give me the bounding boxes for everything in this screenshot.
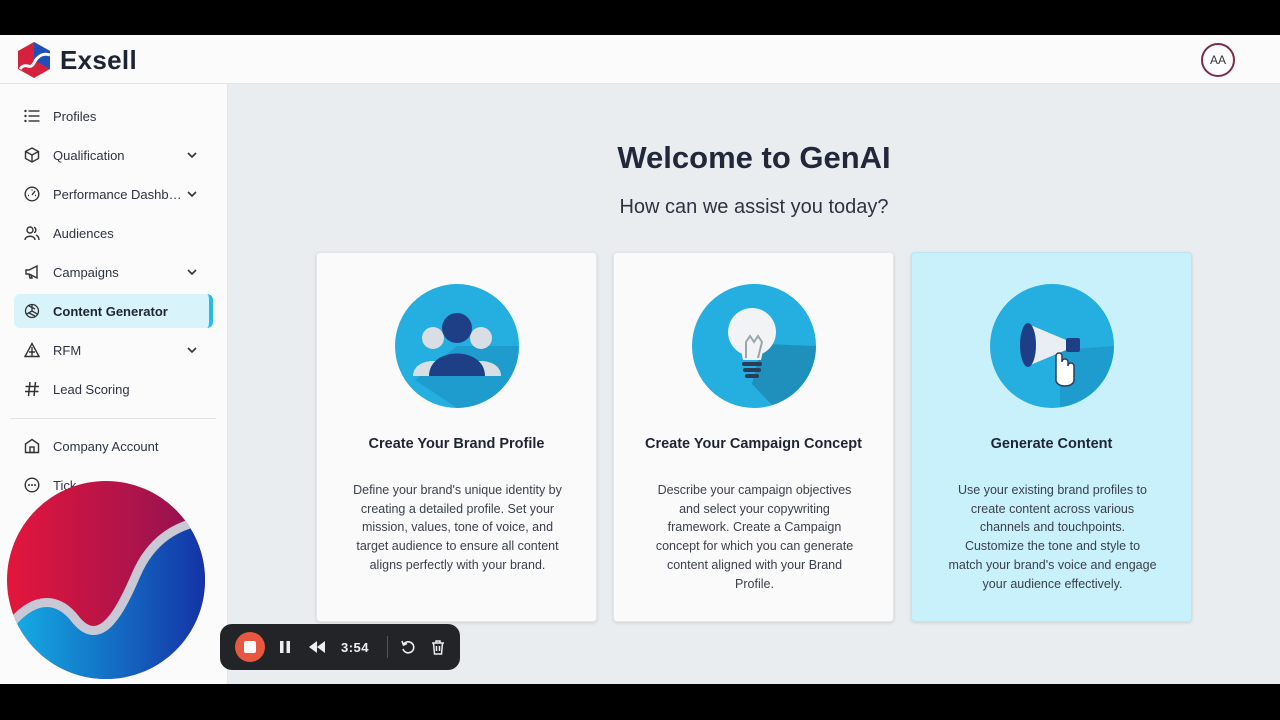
sidebar-item-lead-scoring[interactable]: Lead Scoring — [14, 372, 213, 406]
sidebar-divider — [10, 418, 216, 419]
top-bar: Exsell AA — [0, 35, 1280, 84]
pause-icon — [280, 641, 290, 653]
building-icon — [22, 436, 42, 456]
stop-recording-button[interactable] — [235, 632, 265, 662]
card-title: Create Your Campaign Concept — [644, 436, 862, 452]
sidebar-item-label: Content Generator — [53, 303, 168, 319]
app-window: Exsell AA Profiles Qualification Perform… — [0, 35, 1280, 684]
card-title: Generate Content — [990, 436, 1113, 452]
card-generate-content[interactable]: Generate Content Use your existing brand… — [911, 252, 1192, 622]
exsell-logo-icon — [18, 42, 51, 78]
card-description: Describe your campaign objectives and se… — [655, 483, 854, 591]
brand-name: Exsell — [60, 44, 137, 75]
sidebar-item-performance-dashboard[interactable]: Performance Dashbo… — [14, 177, 213, 211]
card-title: Create Your Brand Profile — [368, 436, 545, 452]
gauge-icon — [22, 184, 42, 204]
sidebar-item-label: Campaigns — [53, 264, 119, 280]
rewind-button[interactable] — [305, 635, 329, 659]
sidebar-item-label: RFM — [53, 342, 82, 358]
logo[interactable]: Exsell — [16, 41, 137, 79]
card-description: Define your brand's unique identity by c… — [353, 483, 562, 572]
sidebar-item-content-generator[interactable]: Content Generator — [14, 294, 213, 328]
people-icon — [395, 284, 519, 408]
cube-icon — [22, 145, 42, 165]
megaphone-icon — [22, 262, 42, 282]
rewind-icon — [309, 641, 325, 653]
sidebar-item-label: Performance Dashbo… — [53, 186, 185, 202]
chevron-down-icon[interactable] — [185, 148, 199, 162]
sidebar-item-qualification[interactable]: Qualification — [14, 138, 213, 172]
letterbox-top — [0, 0, 1280, 35]
letterbox-bottom — [0, 684, 1280, 720]
megaphone-hand-icon — [990, 284, 1114, 408]
sidebar-item-rfm[interactable]: RFM — [14, 333, 213, 367]
trash-icon — [432, 640, 445, 655]
sidebar-item-campaigns[interactable]: Campaigns — [14, 255, 213, 289]
hash-icon — [22, 379, 42, 399]
chevron-down-icon[interactable] — [185, 187, 199, 201]
sidebar-item-label: Company Account — [53, 438, 159, 454]
user-avatar[interactable]: AA — [1201, 43, 1235, 77]
page-title: Welcome to GenAI — [617, 140, 891, 175]
card-campaign-concept[interactable]: Create Your Campaign Concept Describe yo… — [613, 252, 894, 622]
recorder-separator — [387, 636, 389, 658]
openai-icon — [22, 301, 42, 321]
sidebar-item-label: Profiles — [53, 108, 97, 124]
recording-timer: 3:54 — [341, 639, 370, 655]
list-icon — [22, 106, 42, 126]
page-subtitle: How can we assist you today? — [619, 196, 889, 218]
card-description: Use your existing brand profiles to crea… — [948, 483, 1157, 591]
sidebar-item-label: Qualification — [53, 147, 125, 163]
sidebar-item-company-account[interactable]: Company Account — [14, 429, 213, 463]
pause-button[interactable] — [273, 635, 297, 659]
sidebar-item-audiences[interactable]: Audiences — [14, 216, 213, 250]
sidebar-item-label: Audiences — [53, 225, 114, 241]
users-icon — [22, 223, 42, 243]
sidebar-item-profiles[interactable]: Profiles — [14, 99, 213, 133]
recording-controls: 3:54 — [220, 624, 460, 670]
delete-button[interactable] — [426, 635, 450, 659]
chevron-down-icon[interactable] — [185, 343, 199, 357]
card-brand-profile[interactable]: Create Your Brand Profile Define your br… — [316, 252, 597, 622]
chevron-down-icon[interactable] — [185, 265, 199, 279]
lightbulb-icon — [692, 284, 816, 408]
restart-icon — [401, 640, 415, 654]
restart-button[interactable] — [396, 635, 420, 659]
sidebar-item-label: Lead Scoring — [53, 381, 130, 397]
webcam-bubble[interactable] — [6, 480, 206, 680]
triangle-icon — [22, 340, 42, 360]
